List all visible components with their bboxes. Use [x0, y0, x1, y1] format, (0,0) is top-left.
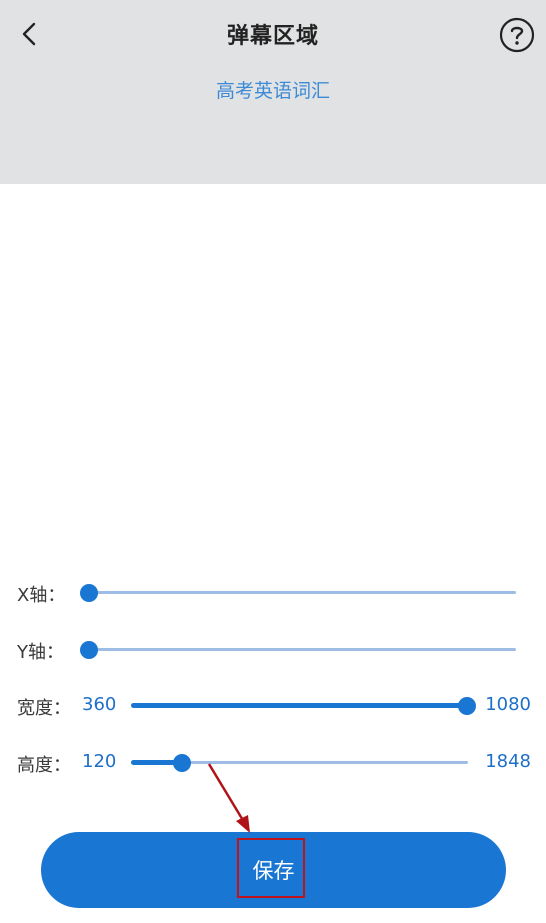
y-axis-slider[interactable]: [80, 641, 516, 659]
height-slider-thumb[interactable]: [172, 754, 191, 772]
width-row: 宽度： 360 1080: [0, 685, 546, 725]
height-max-value: 1848: [485, 751, 531, 772]
width-min-value: 360: [82, 694, 117, 715]
danmaku-area-settings-page: 弹幕区域 高考英语词汇 X轴： Y轴： 宽度： 360 1080 高度： 120…: [0, 0, 546, 923]
danmaku-preview-area: 弹幕区域 高考英语词汇: [0, 0, 546, 184]
help-button[interactable]: [498, 16, 536, 54]
width-slider-thumb[interactable]: [458, 697, 476, 715]
y-axis-label: Y轴：: [17, 642, 64, 663]
width-slider[interactable]: [131, 697, 476, 715]
question-circle-icon: [499, 17, 535, 53]
x-axis-row: X轴：: [0, 572, 546, 612]
width-label: 宽度：: [17, 698, 71, 719]
x-axis-slider[interactable]: [80, 584, 516, 602]
y-axis-row: Y轴：: [0, 629, 546, 669]
page-title: 弹幕区域: [226, 24, 319, 49]
height-label: 高度：: [17, 755, 71, 776]
width-slider-fill: [131, 703, 467, 708]
save-button[interactable]: 保存: [41, 832, 506, 908]
y-axis-slider-thumb[interactable]: [80, 641, 98, 659]
danmaku-sample-text: 高考英语词汇: [215, 80, 330, 102]
height-slider[interactable]: [131, 754, 468, 772]
x-axis-slider-thumb[interactable]: [80, 584, 98, 602]
save-button-label: 保存: [252, 859, 295, 883]
width-max-value: 1080: [485, 694, 531, 715]
x-axis-label: X轴：: [17, 585, 66, 606]
height-row: 高度： 120 1848: [0, 742, 546, 782]
height-min-value: 120: [82, 751, 117, 772]
